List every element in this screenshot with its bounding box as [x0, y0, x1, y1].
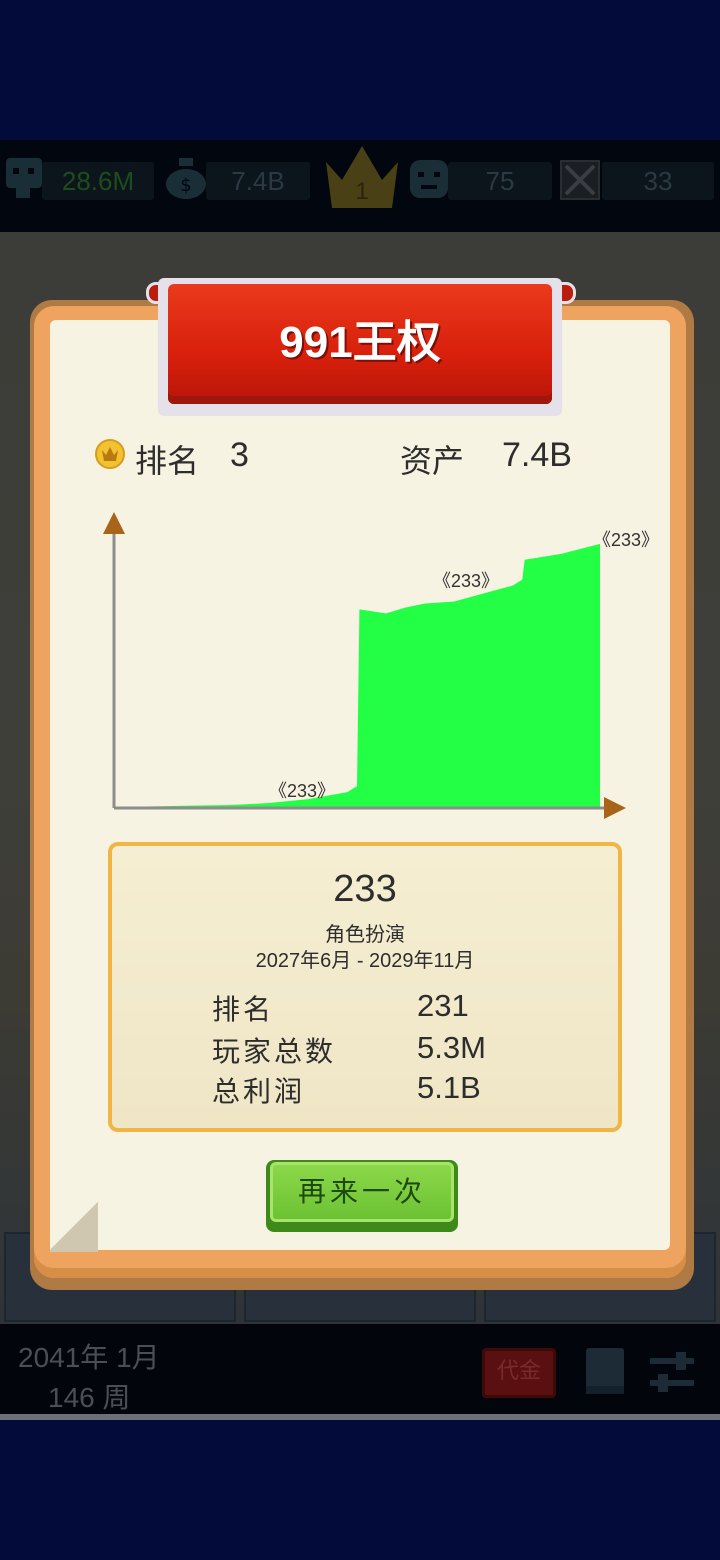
info-profit-label: 总利润 [212, 1075, 306, 1108]
chart-annotation: 《233》 [433, 571, 499, 591]
game-genre: 角色扮演 [325, 922, 405, 946]
info-profit-value: 5.1B [417, 1070, 481, 1105]
chart-y-arrow-icon [103, 512, 125, 534]
retry-button[interactable]: 再来一次 [270, 1162, 454, 1222]
info-players-value: 5.3M [417, 1030, 486, 1065]
chart-area-fill [114, 543, 600, 808]
game-name: 233 [333, 868, 397, 910]
game-period: 2027年6月 - 2029年11月 [255, 950, 475, 972]
revenue-chart: 《233》《233》《233》 [103, 512, 659, 819]
chart-x-arrow-icon [604, 797, 626, 819]
info-rank-value: 231 [417, 988, 469, 1023]
chart-annotation: 《233》 [269, 781, 335, 801]
info-players-label: 玩家总数 [212, 1035, 337, 1068]
chart-annotation: 《233》 [593, 530, 659, 550]
info-rank-label: 排名 [212, 993, 275, 1026]
